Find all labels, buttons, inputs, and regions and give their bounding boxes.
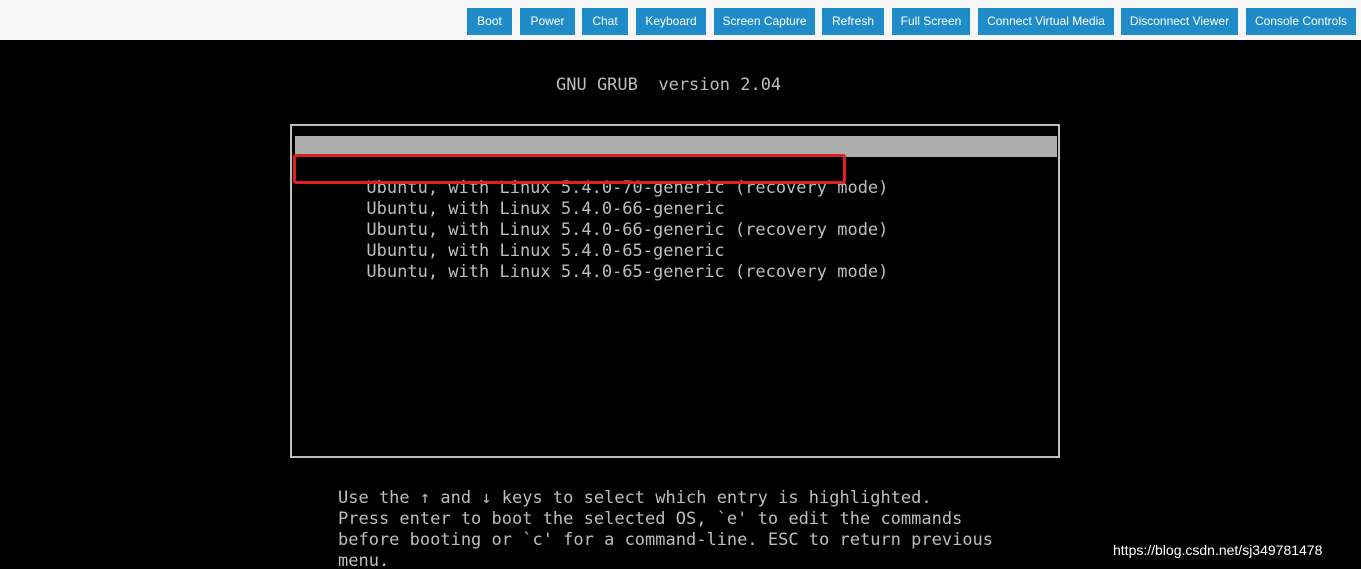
help-line: Press enter to boot the selected OS, `e'… bbox=[338, 509, 963, 529]
toolbar-buttons: Boot Power Chat Keyboard Screen Capture … bbox=[0, 8, 1361, 35]
help-line: Use the ↑ and ↓ keys to select which ent… bbox=[338, 488, 932, 508]
console-screen[interactable]: GNU GRUB version 2.04 *Ubuntu, with Linu… bbox=[0, 40, 1361, 569]
grub-help-text: Use the ↑ and ↓ keys to select which ent… bbox=[338, 488, 993, 569]
keyboard-button[interactable]: Keyboard bbox=[636, 8, 706, 35]
grub-entry-label: Ubuntu, with Linux 5.4.0-65-generic (rec… bbox=[366, 262, 889, 282]
chat-button[interactable]: Chat bbox=[582, 8, 628, 35]
refresh-button[interactable]: Refresh bbox=[822, 8, 884, 35]
console-toolbar: Boot Power Chat Keyboard Screen Capture … bbox=[0, 0, 1361, 41]
connect-virtual-media-button[interactable]: Connect Virtual Media bbox=[978, 8, 1114, 35]
grub-title: GNU GRUB version 2.04 bbox=[556, 75, 782, 95]
help-line: menu. bbox=[338, 551, 390, 569]
grub-entry[interactable]: Ubuntu, with Linux 5.4.0-66-generic (rec… bbox=[295, 199, 888, 240]
console-controls-button[interactable]: Console Controls bbox=[1246, 8, 1356, 35]
red-annotation-box bbox=[293, 154, 846, 184]
help-line: before booting or `c' for a command-line… bbox=[338, 530, 994, 550]
full-screen-button[interactable]: Full Screen bbox=[892, 8, 970, 35]
grub-entry[interactable]: Ubuntu, with Linux 5.4.0-65-generic bbox=[295, 220, 724, 261]
grub-entry[interactable]: Ubuntu, with Linux 5.4.0-65-generic (rec… bbox=[295, 241, 888, 282]
disconnect-viewer-button[interactable]: Disconnect Viewer bbox=[1121, 8, 1238, 35]
watermark: https://blog.csdn.net/sj349781478 bbox=[1113, 542, 1323, 558]
power-button[interactable]: Power bbox=[520, 8, 575, 35]
screen-capture-button[interactable]: Screen Capture bbox=[714, 8, 815, 35]
boot-button[interactable]: Boot bbox=[467, 8, 512, 35]
